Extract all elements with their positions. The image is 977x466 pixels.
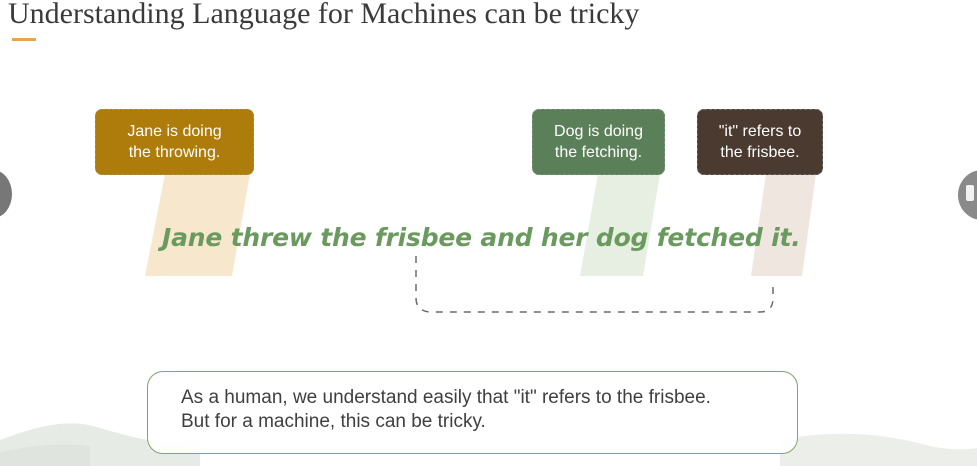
- callout-dog-line1: Dog is doing: [554, 123, 643, 140]
- example-sentence: Jane threw the frisbee and her dog fetch…: [162, 223, 801, 252]
- callout-dog-fetching: Dog is doing the fetching.: [532, 109, 665, 175]
- callout-it-line1: "it" refers to: [718, 123, 802, 140]
- callout-jane-line1: Jane is doing: [127, 123, 222, 140]
- note-line1: As a human, we understand easily that "i…: [181, 387, 711, 408]
- callout-dog-line2: the fetching.: [554, 144, 643, 161]
- callout-jane-throwing: Jane is doing the throwing.: [95, 109, 254, 175]
- explanation-note-box: As a human, we understand easily that "i…: [147, 371, 798, 454]
- callout-jane-line2: the throwing.: [128, 144, 221, 161]
- note-line2: But for a machine, this can be tricky.: [181, 411, 486, 432]
- callout-it-reference: "it" refers to the frisbee.: [697, 109, 823, 175]
- callout-it-line2: the frisbee.: [720, 144, 800, 161]
